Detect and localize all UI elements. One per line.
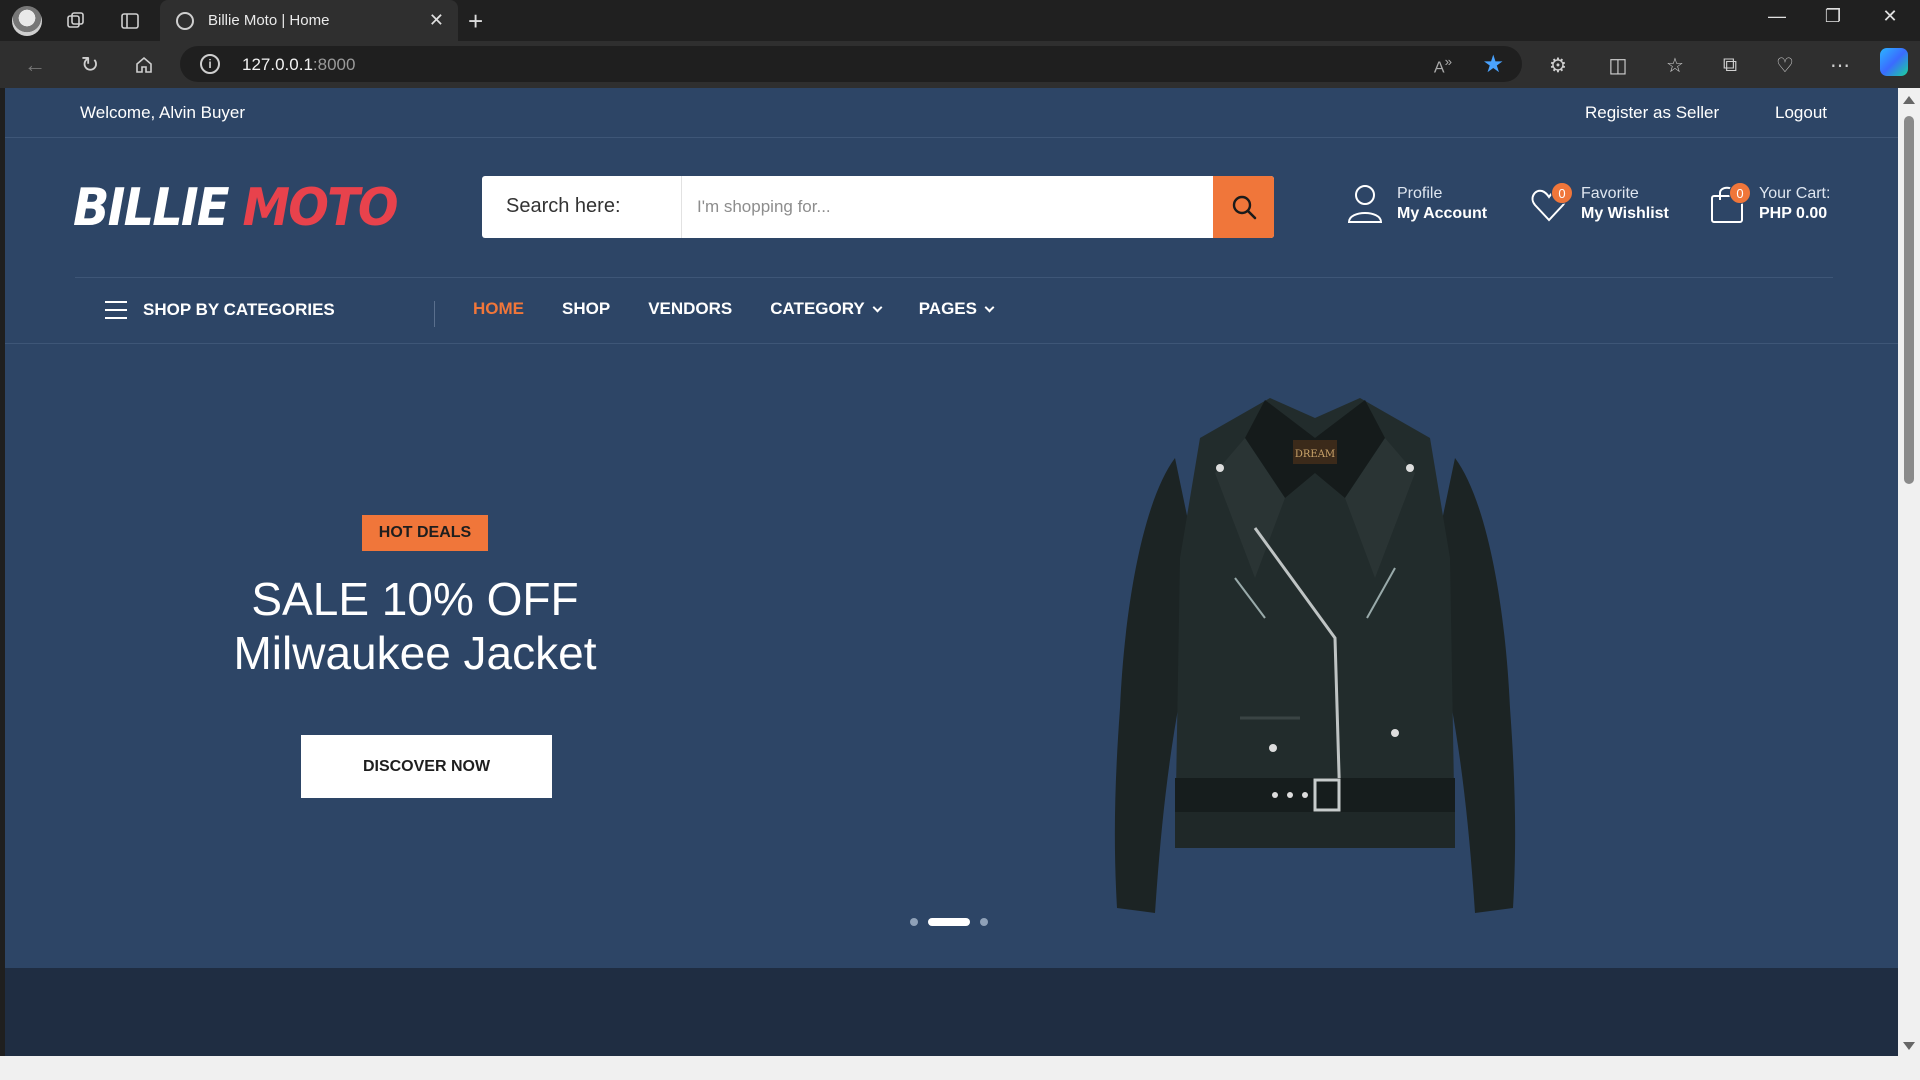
search-icon bbox=[1232, 195, 1256, 220]
jacket-image: DREAM bbox=[1114, 398, 1516, 913]
svg-text:DREAM: DREAM bbox=[1295, 449, 1335, 460]
browser-address-bar: ← ↻ i 127.0.0.1:8000 A» ★ ⚙ ◫ ☆ ⧉ ♡ ⋯ bbox=[0, 41, 1920, 88]
profile-account-link[interactable]: Profile My Account bbox=[1345, 182, 1487, 226]
scroll-up-icon[interactable] bbox=[1903, 96, 1915, 104]
cart-label: Your Cart: bbox=[1759, 185, 1831, 202]
wishlist-label: My Wishlist bbox=[1581, 205, 1669, 222]
search-button[interactable] bbox=[1213, 176, 1274, 238]
slider-dot-1[interactable] bbox=[910, 918, 918, 926]
extensions-icon[interactable]: ⚙ bbox=[1543, 50, 1573, 80]
slider-dot-3[interactable] bbox=[980, 918, 988, 926]
wishlist-count-badge: 0 bbox=[1551, 182, 1573, 204]
nav-separator bbox=[434, 301, 435, 327]
register-seller-link[interactable]: Register as Seller bbox=[1585, 103, 1719, 123]
hamburger-icon bbox=[105, 301, 127, 319]
hero-title: SALE 10% OFF Milwaukee Jacket bbox=[233, 573, 597, 679]
shopping-bag-icon: 0 bbox=[1707, 182, 1751, 226]
bottom-frame bbox=[0, 1056, 1898, 1080]
workspaces-icon[interactable] bbox=[62, 7, 90, 35]
nav-vendors[interactable]: VENDORS bbox=[648, 299, 732, 319]
search-bar: Search here: bbox=[482, 176, 1274, 238]
header-divider bbox=[75, 277, 1833, 278]
back-icon[interactable]: ← bbox=[20, 50, 50, 80]
profile-label: Profile bbox=[1397, 185, 1443, 202]
site-logo[interactable]: BILLIE MOTO bbox=[73, 178, 399, 238]
scroll-thumb[interactable] bbox=[1904, 116, 1914, 484]
refresh-icon[interactable]: ↻ bbox=[75, 50, 105, 80]
url-text: 127.0.0.1:8000 bbox=[242, 55, 356, 74]
minimize-icon[interactable]: — bbox=[1757, 6, 1797, 27]
top-strip: Welcome, Alvin Buyer Register as Seller … bbox=[5, 88, 1898, 138]
page-viewport: Welcome, Alvin Buyer Register as Seller … bbox=[5, 88, 1898, 1056]
welcome-text: Welcome, Alvin Buyer bbox=[80, 103, 246, 122]
tab-active[interactable]: Billie Moto | Home ✕ bbox=[160, 0, 458, 41]
favorite-label: Favorite bbox=[1581, 185, 1639, 202]
categories-label: SHOP BY CATEGORIES bbox=[143, 300, 335, 319]
heart-icon: 0 bbox=[1529, 182, 1573, 226]
restore-icon[interactable]: ❐ bbox=[1813, 6, 1853, 27]
chevron-down-icon bbox=[872, 302, 883, 312]
wishlist-link[interactable]: 0 Favorite My Wishlist bbox=[1529, 182, 1669, 226]
user-icon bbox=[1345, 182, 1385, 226]
nav-category[interactable]: CATEGORY bbox=[770, 299, 883, 319]
cart-count-badge: 0 bbox=[1729, 182, 1751, 204]
cart-total: PHP 0.00 bbox=[1759, 205, 1828, 222]
discover-now-button[interactable]: DISCOVER NOW bbox=[301, 735, 552, 798]
tab-favicon-icon bbox=[176, 11, 194, 30]
logout-link[interactable]: Logout bbox=[1775, 103, 1827, 123]
shop-by-categories-button[interactable]: SHOP BY CATEGORIES bbox=[105, 300, 335, 320]
nav-pages[interactable]: PAGES bbox=[919, 299, 995, 319]
favorites-icon[interactable]: ☆ bbox=[1660, 50, 1690, 80]
search-input[interactable] bbox=[683, 176, 1203, 238]
favorite-star-icon[interactable]: ★ bbox=[1482, 50, 1504, 79]
slider-dot-2[interactable] bbox=[928, 918, 970, 926]
collections-icon[interactable]: ⧉ bbox=[1715, 50, 1745, 80]
nav-shop[interactable]: SHOP bbox=[562, 299, 610, 319]
cart-link[interactable]: 0 Your Cart: PHP 0.00 bbox=[1707, 182, 1830, 226]
vertical-tabs-icon[interactable] bbox=[116, 7, 144, 35]
next-section bbox=[5, 968, 1898, 1056]
site-info-icon[interactable]: i bbox=[200, 54, 220, 74]
account-label: My Account bbox=[1397, 205, 1488, 222]
hot-deals-badge: HOT DEALS bbox=[362, 515, 488, 551]
copilot-icon[interactable] bbox=[1880, 48, 1908, 76]
read-aloud-icon[interactable]: A» bbox=[1434, 54, 1452, 77]
slider-dots bbox=[910, 918, 988, 926]
new-tab-icon[interactable]: + bbox=[468, 6, 483, 37]
split-screen-icon[interactable]: ◫ bbox=[1603, 50, 1633, 80]
browser-essentials-icon[interactable]: ♡ bbox=[1770, 50, 1800, 80]
nav-home[interactable]: HOME bbox=[473, 299, 524, 319]
chevron-down-icon bbox=[984, 302, 995, 312]
more-menu-icon[interactable]: ⋯ bbox=[1825, 50, 1855, 80]
home-icon[interactable] bbox=[129, 50, 159, 80]
scroll-down-icon[interactable] bbox=[1903, 1042, 1915, 1050]
vertical-scrollbar[interactable] bbox=[1898, 88, 1920, 1080]
tab-close-icon[interactable]: ✕ bbox=[429, 10, 444, 31]
url-field[interactable]: i 127.0.0.1:8000 A» ★ bbox=[180, 46, 1522, 82]
search-label: Search here: bbox=[482, 176, 682, 238]
nav-divider bbox=[5, 343, 1898, 344]
browser-tab-bar: Billie Moto | Home ✕ + — ❐ ✕ bbox=[0, 0, 1920, 41]
main-nav: HOME SHOP VENDORS CATEGORY PAGES bbox=[473, 299, 1031, 319]
window-close-icon[interactable]: ✕ bbox=[1870, 6, 1910, 27]
tab-title: Billie Moto | Home bbox=[208, 12, 330, 29]
profile-avatar[interactable] bbox=[12, 6, 42, 36]
